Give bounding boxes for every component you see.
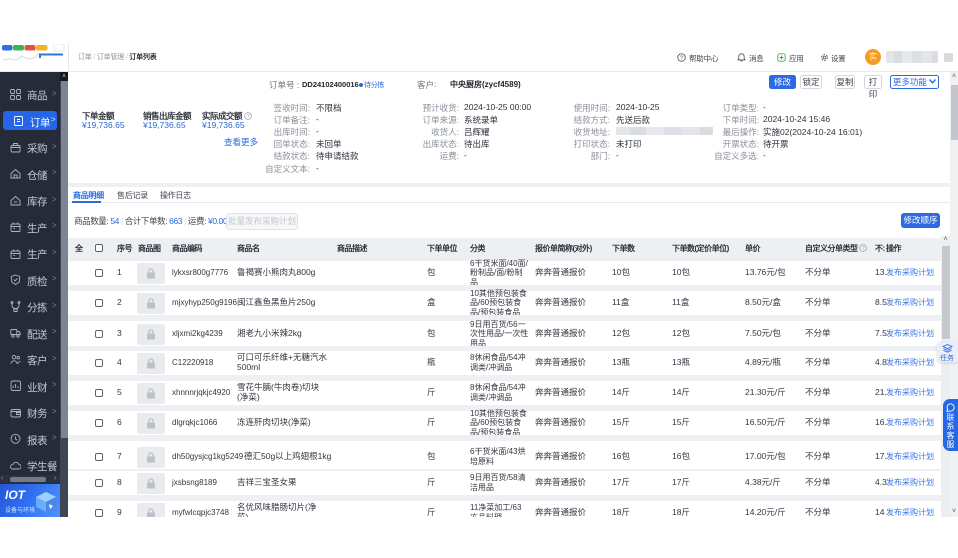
svg-text:?: ? bbox=[680, 56, 683, 62]
